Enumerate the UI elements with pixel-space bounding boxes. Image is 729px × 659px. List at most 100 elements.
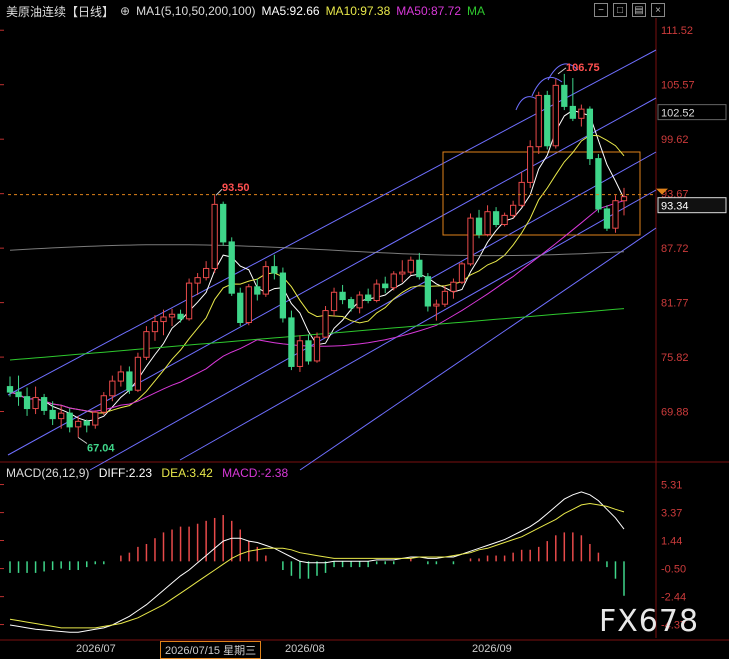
candle-body [467, 217, 474, 265]
price-annotation: 106.75 [566, 62, 600, 74]
candle-body [424, 276, 432, 307]
x-label-1: 2026/07/15 星期三 [160, 641, 262, 659]
candle-body [313, 336, 321, 362]
annotation-pointer [77, 437, 88, 444]
candle-body [109, 380, 116, 397]
arc-marker [515, 96, 539, 111]
x-label-2: 2026/08 [285, 643, 325, 655]
macd-header: MACD(26,12,9) DIFF:2.23 DEA:3.42 MACD:-2… [6, 466, 294, 480]
candle-body [518, 181, 525, 206]
candle-body [509, 204, 517, 216]
macd-value: MACD:-2.38 [222, 466, 289, 480]
candle-body [475, 217, 483, 236]
candle-body [501, 214, 508, 226]
candle-body [40, 397, 48, 411]
candle-body [271, 266, 278, 274]
price-tick-label: 81.77 [661, 298, 689, 310]
candle-body [356, 294, 363, 309]
macd-tick-label: 5.31 [661, 480, 682, 492]
candle-body [237, 292, 244, 323]
macd-tick-label: 1.44 [661, 536, 682, 548]
candle-body [561, 84, 568, 107]
candle-body [32, 397, 39, 410]
symbol-title[interactable]: 美原油连续 [6, 3, 66, 20]
settings-icon-button[interactable]: ▤ [632, 3, 646, 17]
candle-body [83, 420, 90, 426]
price-annotation: 67.04 [87, 442, 115, 454]
period-label[interactable]: 【日线】 [66, 3, 114, 20]
candle-body [228, 241, 235, 294]
price-tick-label: 105.57 [661, 80, 695, 92]
candle-body [254, 286, 261, 295]
candle-body [168, 313, 176, 318]
macd-tick-label: -2.44 [661, 592, 686, 604]
price-tick-label: 75.82 [661, 352, 689, 364]
ma-extra-value: MA [467, 4, 485, 18]
candle-body [58, 412, 65, 420]
chart-canvas: 111.52105.5799.6293.6787.7281.7775.8269.… [0, 18, 729, 641]
close-icon[interactable]: × [651, 3, 665, 17]
price-level-label: 102.52 [661, 108, 695, 120]
ma5-value: MA5:92.66 [261, 4, 320, 18]
settings-icon[interactable]: ⊕ [120, 4, 130, 18]
candle-body [151, 321, 159, 333]
candle-body [595, 158, 602, 210]
candle-body [177, 313, 184, 320]
macd-label[interactable]: MACD(26,12,9) [6, 466, 89, 480]
collapse-icon[interactable]: − [594, 3, 608, 17]
candle-body [15, 391, 22, 398]
candle-body [390, 273, 397, 289]
candle-body [347, 299, 355, 309]
candle-body [612, 200, 619, 229]
candle-body [620, 196, 628, 202]
candle-body [407, 259, 414, 273]
candle-body [458, 263, 466, 283]
ma-mid-line [9, 244, 625, 257]
candle-body [220, 203, 227, 243]
annotation-pointer [557, 67, 567, 75]
candle-body [339, 291, 346, 301]
candle-body [365, 294, 372, 302]
candle-body [578, 108, 585, 119]
candle-body [382, 283, 389, 289]
candle-body [202, 267, 210, 279]
candle-body [126, 371, 133, 391]
x-label-0: 2026/07 [76, 643, 116, 655]
candle-body [6, 386, 14, 393]
price-tick-label: 69.88 [661, 406, 689, 418]
candle-body [527, 146, 534, 183]
ma50-value: MA50:87.72 [396, 4, 461, 18]
macd-tick-label: -0.50 [661, 564, 686, 576]
macd-tick-label: 3.37 [661, 508, 682, 520]
candle-body [262, 266, 269, 295]
candle-body [569, 105, 576, 119]
candle-body [23, 396, 31, 410]
candle-body [484, 211, 491, 236]
candle-body [75, 420, 82, 428]
candle-body [416, 259, 423, 278]
candle-body [330, 291, 338, 312]
candle-body [92, 411, 99, 426]
candle-body [134, 356, 142, 391]
candle-body [160, 316, 167, 323]
candle-body [552, 84, 559, 147]
candle-body [492, 211, 500, 226]
candle-body [211, 203, 218, 269]
candle-body [433, 303, 440, 307]
current-price-label: 93.34 [661, 201, 689, 213]
channel-line [89, 151, 657, 471]
macd-dea-value: DEA:3.42 [161, 466, 213, 480]
candle-body [441, 290, 449, 305]
candle-body [296, 340, 304, 367]
candle-body [603, 208, 611, 229]
candle-body [117, 371, 125, 382]
candle-body [100, 395, 107, 413]
maximize-icon[interactable]: □ [613, 3, 627, 17]
ma50-line [9, 200, 625, 412]
ma10-value: MA10:97.38 [325, 4, 391, 18]
candle-body [535, 94, 542, 148]
price-tick-label: 111.52 [661, 25, 693, 37]
ma-label[interactable]: MA1(5,10,50,200,100) [136, 4, 255, 18]
watermark-logo: FX678 [599, 604, 700, 639]
price-tick-label: 99.62 [661, 134, 689, 146]
